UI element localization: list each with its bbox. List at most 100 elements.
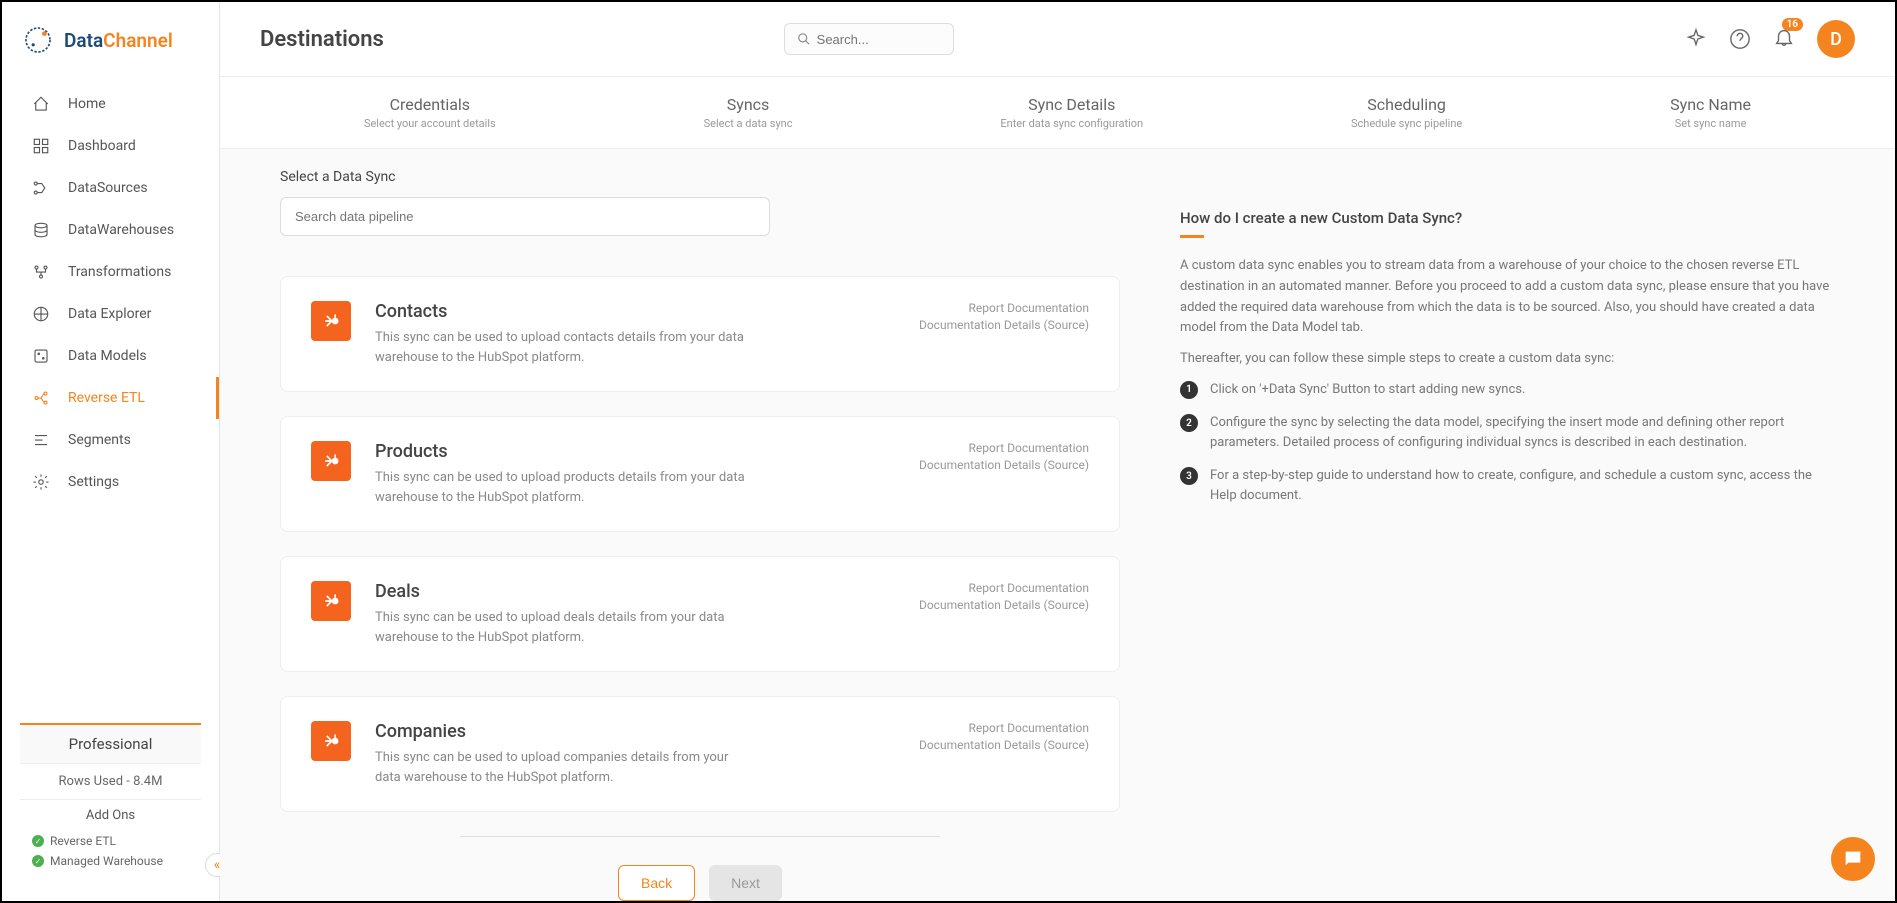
help-steps: 1Click on '+Data Sync' Button to start a… (1180, 380, 1835, 506)
nav: Home Dashboard DataSources DataWarehouse… (2, 78, 219, 503)
sidebar-item-label: Transformations (68, 264, 171, 280)
pipeline-search-input[interactable] (280, 197, 770, 236)
help-step: 3For a step-by-step guide to understand … (1180, 466, 1835, 505)
source-doc-link[interactable]: Documentation Details (Source) (919, 738, 1089, 752)
sidebar-item-settings[interactable]: Settings (2, 461, 219, 503)
report-doc-link[interactable]: Report Documentation (919, 301, 1089, 315)
sidebar-item-segments[interactable]: Segments (2, 419, 219, 461)
step-number: 3 (1180, 467, 1198, 485)
sidebar-item-label: Settings (68, 474, 119, 490)
page-title: Destinations (260, 27, 384, 52)
step-syncs[interactable]: SyncsSelect a data sync (704, 95, 793, 130)
sync-title: Deals (375, 581, 895, 602)
step-details[interactable]: Sync DetailsEnter data sync configuratio… (1000, 95, 1143, 130)
plan-addon: ✓Reverse ETL (20, 831, 201, 851)
sparkle-icon[interactable] (1685, 28, 1707, 50)
sidebar-item-transformations[interactable]: Transformations (2, 251, 219, 293)
sidebar-item-datasources[interactable]: DataSources (2, 167, 219, 209)
sync-card-companies[interactable]: CompaniesThis sync can be used to upload… (280, 696, 1120, 812)
models-icon (32, 347, 50, 365)
top-icons: 16 D (1685, 20, 1855, 58)
step-scheduling[interactable]: SchedulingSchedule sync pipeline (1351, 95, 1462, 130)
sidebar-item-label: DataSources (68, 180, 148, 196)
transform-icon (32, 263, 50, 281)
sidebar-item-models[interactable]: Data Models (2, 335, 219, 377)
sync-card-products[interactable]: Products This sync can be used to upload … (280, 416, 1120, 532)
sidebar-item-label: Home (68, 96, 106, 112)
help-paragraph: A custom data sync enables you to stream… (1180, 256, 1835, 339)
help-underline (1180, 235, 1204, 238)
sidebar-item-label: Data Models (68, 348, 147, 364)
sync-title: Companies (375, 721, 895, 742)
home-icon (32, 95, 50, 113)
sidebar-item-dashboard[interactable]: Dashboard (2, 125, 219, 167)
sidebar-item-warehouses[interactable]: DataWarehouses (2, 209, 219, 251)
sync-title: Contacts (375, 301, 895, 322)
topbar: Destinations 16 D (220, 2, 1895, 77)
step-number: 1 (1180, 381, 1198, 399)
source-doc-link[interactable]: Documentation Details (Source) (919, 458, 1089, 472)
plan-rows: Rows Used - 8.4M (20, 764, 201, 800)
plan-tier: Professional (20, 725, 201, 764)
content: Select a Data Sync Contacts This sync can… (220, 149, 1895, 901)
datasource-icon (32, 179, 50, 197)
dashboard-icon (32, 137, 50, 155)
notification-badge: 16 (1782, 18, 1803, 31)
sync-card-contacts[interactable]: Contacts This sync can be used to upload … (280, 276, 1120, 392)
logo[interactable]: DataChannel (2, 2, 219, 78)
sidebar-item-home[interactable]: Home (2, 83, 219, 125)
sidebar-item-reverse-etl[interactable]: Reverse ETL (2, 377, 219, 419)
global-search[interactable] (784, 23, 954, 55)
report-doc-link[interactable]: Report Documentation (919, 721, 1089, 735)
sync-desc: This sync can be used to upload deals de… (375, 608, 755, 647)
sync-list-panel: Select a Data Sync Contacts This sync can… (280, 169, 1120, 901)
report-doc-link[interactable]: Report Documentation (919, 441, 1089, 455)
notifications-button[interactable]: 16 (1773, 26, 1795, 52)
report-doc-link[interactable]: Report Documentation (919, 581, 1089, 595)
sidebar: DataChannel Home Dashboard DataSources D… (2, 2, 220, 901)
sync-desc: This sync can be used to upload products… (375, 468, 755, 507)
next-button[interactable]: Next (709, 865, 782, 901)
hubspot-icon (311, 441, 351, 481)
plan-addons-title: Add Ons (20, 800, 201, 831)
help-title: How do I create a new Custom Data Sync? (1180, 209, 1835, 227)
hubspot-icon (311, 721, 351, 761)
sidebar-item-label: Segments (68, 432, 131, 448)
global-search-input[interactable] (817, 32, 941, 47)
sidebar-item-label: Data Explorer (68, 306, 151, 322)
step-number: 2 (1180, 414, 1198, 432)
section-label: Select a Data Sync (280, 169, 1120, 185)
help-panel: How do I create a new Custom Data Sync? … (1180, 169, 1835, 901)
chat-button[interactable] (1831, 837, 1875, 881)
check-icon: ✓ (32, 855, 44, 867)
step-name[interactable]: Sync NameSet sync name (1670, 95, 1751, 130)
hubspot-icon (311, 581, 351, 621)
wizard-buttons: Back Next (460, 836, 940, 901)
wizard-steps: CredentialsSelect your account details S… (220, 77, 1895, 149)
chat-icon (1842, 848, 1864, 870)
help-step: 1Click on '+Data Sync' Button to start a… (1180, 380, 1835, 400)
explorer-icon (32, 305, 50, 323)
source-doc-link[interactable]: Documentation Details (Source) (919, 598, 1089, 612)
sync-card-deals[interactable]: Deals This sync can be used to upload dea… (280, 556, 1120, 672)
source-doc-link[interactable]: Documentation Details (Source) (919, 318, 1089, 332)
sidebar-item-label: Reverse ETL (68, 390, 145, 406)
help-icon[interactable] (1729, 28, 1751, 50)
gear-icon (32, 473, 50, 491)
help-step: 2Configure the sync by selecting the dat… (1180, 413, 1835, 452)
segments-icon (32, 431, 50, 449)
avatar[interactable]: D (1817, 20, 1855, 58)
sidebar-item-explorer[interactable]: Data Explorer (2, 293, 219, 335)
back-button[interactable]: Back (618, 865, 695, 901)
logo-icon (22, 24, 54, 56)
sync-title: Products (375, 441, 895, 462)
sidebar-item-label: Dashboard (68, 138, 136, 154)
sidebar-item-label: DataWarehouses (68, 222, 174, 238)
main: Destinations 16 D CredentialsSelect your… (220, 2, 1895, 901)
plan-addon: ✓Managed Warehouse (20, 851, 201, 871)
search-icon (797, 31, 811, 47)
step-credentials[interactable]: CredentialsSelect your account details (364, 95, 496, 130)
reverse-etl-icon (32, 389, 50, 407)
plan-box: Professional Rows Used - 8.4M Add Ons ✓R… (20, 723, 201, 871)
sync-desc: This sync can be used to upload contacts… (375, 328, 755, 367)
